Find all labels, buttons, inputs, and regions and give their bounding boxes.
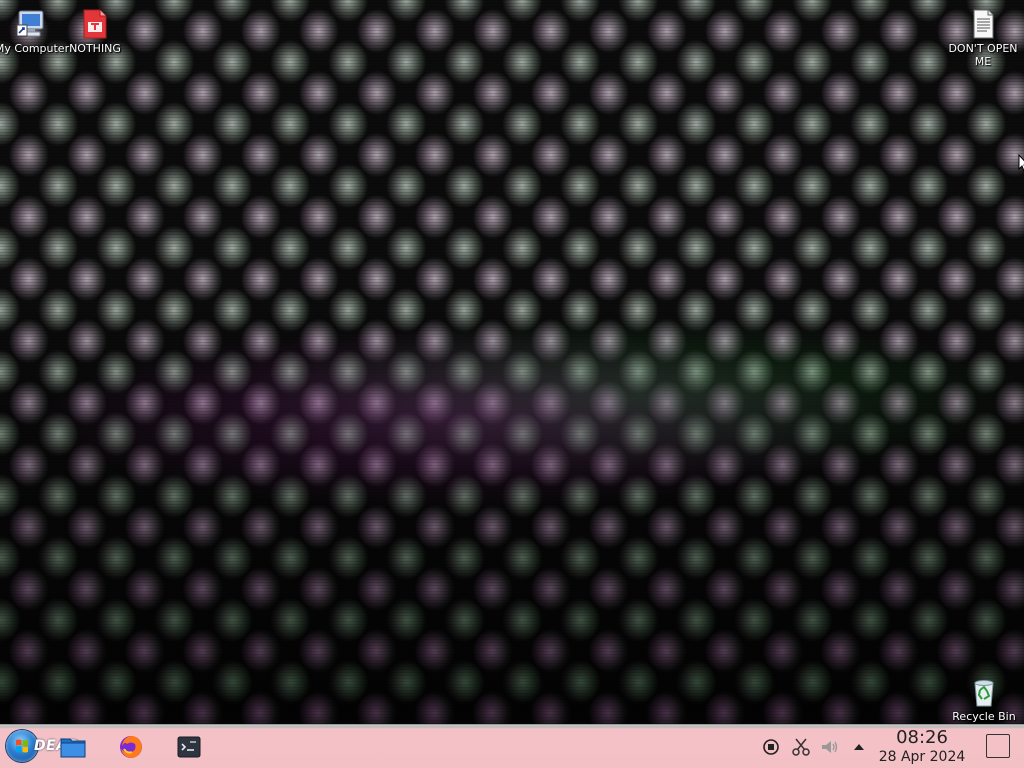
taskbar-file-manager[interactable]	[58, 732, 88, 762]
desktop-icon-label: Recycle Bin	[952, 710, 1016, 723]
tray-expand-icon	[854, 744, 864, 750]
desktop-icon-dont-open-me[interactable]: DON'T OPEN ME	[943, 8, 1023, 68]
clock-date: 28 Apr 2024	[878, 749, 966, 765]
desktop-icon-nothing[interactable]: NOTHING	[55, 8, 135, 55]
mouse-cursor-icon	[1018, 154, 1024, 172]
tray-expand-button[interactable]	[849, 737, 869, 757]
taskbar-clock[interactable]: 08:26 28 Apr 2024	[870, 728, 974, 766]
text-document-icon	[967, 8, 999, 40]
computer-icon	[16, 8, 48, 40]
desktop-icon-recycle-bin[interactable]: Recycle Bin	[944, 676, 1024, 723]
show-desktop-button[interactable]	[986, 734, 1010, 758]
pdf-document-icon	[79, 8, 111, 40]
tray-clipboard[interactable]	[791, 737, 811, 757]
tray-network[interactable]	[761, 737, 781, 757]
firefox-icon	[120, 736, 142, 758]
taskbar: DEAD 08:26 28 Apr 2024	[0, 724, 1024, 768]
terminal-icon	[177, 736, 201, 758]
clock-time: 08:26	[896, 727, 948, 748]
tray-volume[interactable]	[820, 737, 840, 757]
taskbar-firefox[interactable]	[116, 732, 146, 762]
recycle-bin-icon	[968, 676, 1000, 708]
desktop-background: My Computer NOTHING DON'T OPEN ME Recycl…	[0, 0, 1024, 724]
desktop-icon-label: NOTHING	[69, 42, 121, 55]
network-icon	[763, 739, 779, 755]
file-manager-icon	[60, 738, 86, 758]
clipboard-icon	[792, 738, 810, 756]
taskbar-terminal[interactable]	[174, 732, 204, 762]
desktop-icon-label: DON'T OPEN ME	[948, 42, 1018, 68]
volume-icon	[822, 741, 838, 753]
